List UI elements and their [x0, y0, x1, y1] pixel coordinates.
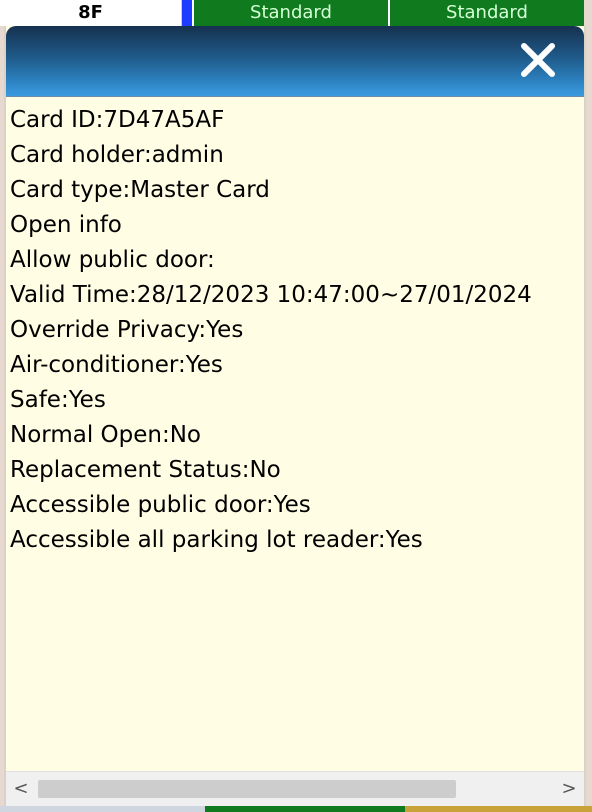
background-cell — [205, 806, 405, 812]
background-bottom-strip — [0, 806, 592, 812]
room-type-cell[interactable]: Standard — [192, 0, 388, 26]
override-privacy-line: Override Privacy:Yes — [10, 317, 244, 343]
air-conditioner-line: Air-conditioner:Yes — [10, 352, 223, 378]
background-room-row: 8F Standard Standard — [0, 0, 592, 26]
allow-public-door-line: Allow public door: — [10, 247, 215, 273]
card-info-popup: Card ID:7D47A5AF Card holder:admin Card … — [4, 26, 586, 806]
room-number-cell[interactable]: 8F — [0, 0, 182, 26]
popup-titlebar — [6, 26, 584, 96]
close-icon — [521, 43, 555, 77]
valid-time-line: Valid Time:28/12/2023 10:47:00~27/01/202… — [10, 282, 532, 308]
background-cell — [0, 806, 205, 812]
normal-open-line: Normal Open:No — [10, 422, 201, 448]
accessible-public-door-line: Accessible public door:Yes — [10, 492, 311, 518]
card-info-content: Card ID:7D47A5AF Card holder:admin Card … — [6, 96, 584, 772]
scrollbar-thumb[interactable] — [38, 780, 456, 798]
card-id-line: Card ID:7D47A5AF — [10, 107, 225, 133]
open-info-heading: Open info — [10, 212, 122, 238]
scroll-left-arrow[interactable]: < — [6, 772, 36, 806]
scroll-right-arrow[interactable]: > — [554, 772, 584, 806]
safe-line: Safe:Yes — [10, 387, 106, 413]
replacement-status-line: Replacement Status:No — [10, 457, 281, 483]
card-holder-line: Card holder:admin — [10, 142, 224, 168]
background-cell — [405, 806, 592, 812]
horizontal-scrollbar[interactable]: < > — [6, 771, 584, 806]
room-status-marker — [182, 0, 192, 26]
room-type-cell[interactable]: Standard — [388, 0, 584, 26]
card-type-line: Card type:Master Card — [10, 177, 270, 203]
accessible-parking-reader-line: Accessible all parking lot reader:Yes — [10, 527, 423, 553]
close-button[interactable] — [516, 38, 560, 82]
